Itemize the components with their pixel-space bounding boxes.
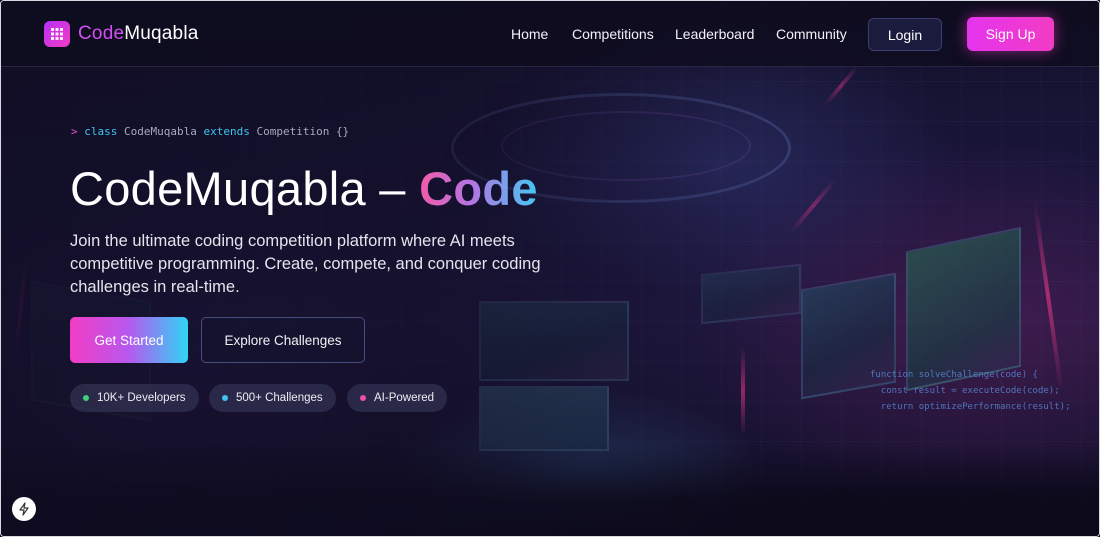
stat-label: 10K+ Developers	[97, 392, 186, 404]
nav-link-leaderboard[interactable]: Leaderboard	[675, 26, 754, 42]
hero-title-main: CodeMuqabla –	[70, 162, 420, 215]
brand-logo[interactable]: CodeMuqabla	[44, 21, 199, 47]
stat-badge-developers: 10K+ Developers	[70, 384, 199, 412]
brand-name: CodeMuqabla	[78, 23, 199, 45]
stat-badge-challenges: 500+ Challenges	[209, 384, 336, 412]
bolt-icon[interactable]	[12, 497, 36, 521]
nav-link-competitions[interactable]: Competitions	[572, 26, 654, 42]
login-button[interactable]: Login	[868, 18, 942, 51]
code-class-name: CodeMuqabla	[124, 125, 197, 138]
stat-label: 500+ Challenges	[236, 392, 323, 404]
status-dot-green	[83, 395, 89, 401]
status-dot-cyan	[222, 395, 228, 401]
nav-link-home[interactable]: Home	[511, 26, 548, 42]
brand-name-part2: Muqabla	[124, 23, 199, 44]
code-keyword-extends: extends	[203, 125, 250, 138]
nav-link-community[interactable]: Community	[776, 26, 847, 42]
hero-title: CodeMuqabla – Code	[70, 161, 538, 216]
stat-label: AI-Powered	[374, 392, 435, 404]
code-snippet-decoration: function solveChallenge(code) { const re…	[870, 367, 1070, 415]
code-snippet-line: const result = executeCode(code);	[870, 386, 1060, 396]
top-navbar: CodeMuqabla Home Competitions Leaderboar…	[1, 1, 1099, 67]
code-parent-class: Competition {}	[256, 125, 350, 138]
get-started-button[interactable]: Get Started	[70, 317, 188, 363]
explore-challenges-button[interactable]: Explore Challenges	[201, 317, 365, 363]
brand-name-part1: Code	[78, 23, 125, 44]
hero-description: Join the ultimate coding competition pla…	[70, 232, 541, 296]
code-keyword-class: class	[84, 125, 118, 138]
prompt-chevron: >	[71, 125, 78, 138]
code-snippet-line: function solveChallenge(code) {	[870, 370, 1038, 380]
hero-title-accent: Code	[419, 162, 538, 215]
status-dot-pink	[360, 395, 366, 401]
code-snippet-line: return optimizePerformance(result);	[870, 402, 1071, 412]
page-frame: CodeMuqabla Home Competitions Leaderboar…	[0, 0, 1100, 537]
signup-button[interactable]: Sign Up	[967, 17, 1054, 51]
code-tagline: > class CodeMuqabla extends Competition …	[71, 125, 349, 138]
grid-logo-icon	[44, 21, 70, 47]
stat-badge-ai: AI-Powered	[347, 384, 448, 412]
